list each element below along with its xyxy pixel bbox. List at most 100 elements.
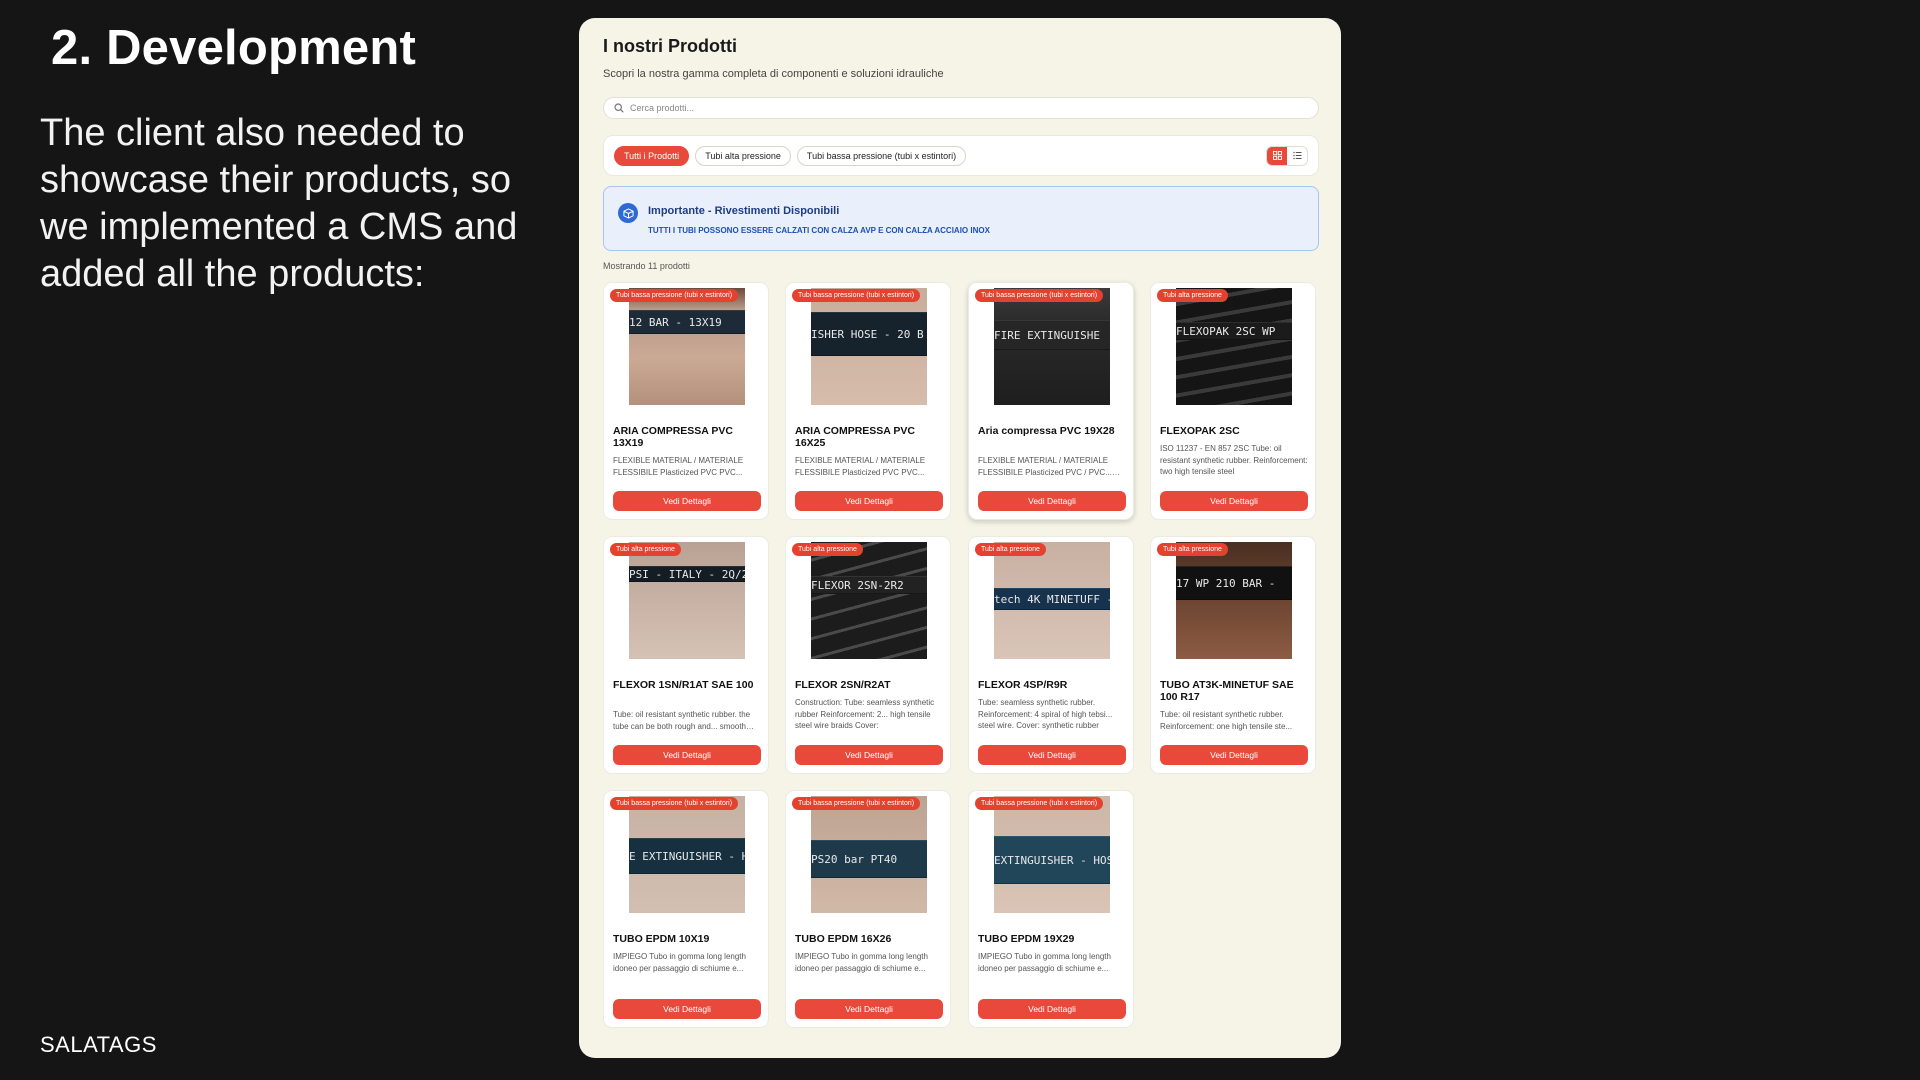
hose-print-text: ISHER HOSE - 20 B (811, 312, 927, 356)
product-image: FIRE EXTINGUISHE (994, 288, 1110, 405)
view-details-button[interactable]: Vedi Dettagli (978, 745, 1126, 765)
product-category-badge: Tubi alta pressione (792, 543, 863, 556)
search-input[interactable] (630, 103, 1230, 113)
products-page-screenshot: I nostri Prodotti Scopri la nostra gamma… (579, 18, 1341, 1058)
product-description: IMPIEGO Tubo in gomma long length idoneo… (613, 952, 746, 973)
view-details-button[interactable]: Vedi Dettagli (795, 999, 943, 1019)
product-title: TUBO EPDM 10X19 (613, 933, 710, 945)
filter-chip-all[interactable]: Tutti i Prodotti (614, 145, 690, 166)
product-title: FLEXOPAK 2SC (1160, 425, 1240, 437)
product-category-badge: Tubi bassa pressione (tubi x estintori) (610, 289, 739, 302)
product-image: PSI - ITALY - 2Q/2024 (629, 542, 745, 659)
product-description: ISO 11237 - EN 857 2SC Tube: oil resista… (1160, 444, 1308, 476)
product-card[interactable]: FLEXOPAK 2SC WP Tubi alta pressione FLEXOP… (1150, 282, 1316, 520)
product-card[interactable]: tech 4K MINETUFF - 4S Tubi alta pressione… (968, 536, 1134, 774)
product-category-badge: Tubi bassa pressione (tubi x estintori) (792, 289, 921, 302)
product-description: IMPIEGO Tubo in gomma long length idoneo… (795, 952, 928, 973)
product-card[interactable]: ISHER HOSE - 20 B Tubi bassa pressione (t… (785, 282, 951, 520)
hose-print-text: FLEXOR 2SN-2R2 (811, 576, 927, 594)
view-details-button[interactable]: Vedi Dettagli (978, 491, 1126, 511)
view-details-button[interactable]: Vedi Dettagli (1160, 745, 1308, 765)
hose-print-text: 17 WP 210 BAR - (1176, 566, 1292, 600)
product-image: E EXTINGUISHER - HOSE (629, 796, 745, 913)
product-category-badge: Tubi bassa pressione (tubi x estintori) (975, 289, 1104, 302)
product-title: ARIA COMPRESSA PVC 13X19 (613, 425, 733, 449)
product-category-badge: Tubi bassa pressione (tubi x estintori) (975, 797, 1104, 810)
product-title: ARIA COMPRESSA PVC 16X25 (795, 425, 915, 449)
product-title: TUBO EPDM 19X29 (978, 933, 1075, 945)
product-card[interactable]: EXTINGUISHER - HOSE TEST Tubi bassa press… (968, 790, 1134, 1028)
product-title: TUBO AT3K-MINETUF SAE 100 R17 (1160, 679, 1294, 703)
notice-text: TUTTI I TUBI POSSONO ESSERE CALZATI CON … (648, 226, 990, 235)
hose-print-text: EXTINGUISHER - HOSE TEST (994, 836, 1110, 884)
hose-print-text: FLEXOPAK 2SC WP (1176, 322, 1292, 340)
hose-print-text: E EXTINGUISHER - HOSE (629, 838, 745, 874)
view-details-button[interactable]: Vedi Dettagli (795, 491, 943, 511)
hose-print-text: PS20 bar PT40 (811, 840, 927, 878)
product-image: tech 4K MINETUFF - 4S (994, 542, 1110, 659)
product-card[interactable]: PS20 bar PT40 Tubi bassa pressione (tubi … (785, 790, 951, 1028)
list-view-button[interactable] (1287, 147, 1307, 165)
product-category-badge: Tubi alta pressione (610, 543, 681, 556)
product-description: Tube: oil resistant synthetic rubber. Re… (1160, 710, 1293, 731)
product-card[interactable]: FLEXOR 2SN-2R2 Tubi alta pressione FLEXOR … (785, 536, 951, 774)
product-card[interactable]: 17 WP 210 BAR - Tubi alta pressione TUBO A… (1150, 536, 1316, 774)
notice-title: Importante - Rivestimenti Disponibili (648, 205, 840, 217)
product-title: FLEXOR 1SN/R1AT SAE 100 (613, 679, 754, 691)
filter-bar: Tutti i Prodotti Tubi alta pressione Tub… (603, 135, 1319, 176)
search-bar[interactable] (603, 97, 1319, 119)
product-category-badge: Tubi alta pressione (975, 543, 1046, 556)
product-description: Tube: seamless synthetic rubber. Reinfor… (978, 698, 1113, 730)
view-details-button[interactable]: Vedi Dettagli (613, 745, 761, 765)
box-icon (618, 203, 638, 223)
view-details-button[interactable]: Vedi Dettagli (978, 999, 1126, 1019)
view-details-button[interactable]: Vedi Dettagli (613, 999, 761, 1019)
product-title: FLEXOR 4SP/R9R (978, 679, 1068, 691)
hose-print-text: PSI - ITALY - 2Q/2024 (629, 566, 745, 582)
coating-notice: Importante - Rivestimenti Disponibili TU… (603, 186, 1319, 251)
product-image: PS20 bar PT40 (811, 796, 927, 913)
product-image: 17 WP 210 BAR - (1176, 542, 1292, 659)
filter-chip-low-pressure[interactable]: Tubi bassa pressione (tubi x estintori) (796, 145, 967, 166)
product-title: TUBO EPDM 16X26 (795, 933, 892, 945)
page-title: I nostri Prodotti (603, 36, 737, 56)
product-card[interactable]: 12 BAR - 13X19 Tubi bassa pressione (tubi… (603, 282, 769, 520)
product-image: FLEXOPAK 2SC WP (1176, 288, 1292, 405)
product-image: EXTINGUISHER - HOSE TEST (994, 796, 1110, 913)
brand-name: SALATAGS (40, 1032, 157, 1057)
product-title: FLEXOR 2SN/R2AT (795, 679, 891, 691)
hose-print-text: tech 4K MINETUFF - 4S (994, 588, 1110, 610)
view-details-button[interactable]: Vedi Dettagli (613, 491, 761, 511)
product-title: Aria compressa PVC 19X28 (978, 425, 1115, 437)
product-category-badge: Tubi alta pressione (1157, 543, 1228, 556)
product-count: Mostrando 11 prodotti (603, 261, 690, 271)
hose-print-text: 12 BAR - 13X19 (629, 310, 745, 334)
product-image: FLEXOR 2SN-2R2 (811, 542, 927, 659)
product-description: Construction: Tube: seamless synthetic r… (795, 698, 935, 730)
slide-description: The client also needed to showcase their… (40, 112, 518, 295)
list-icon (1292, 151, 1301, 160)
product-description: Tube: oil resistant synthetic rubber. th… (613, 710, 751, 731)
product-category-badge: Tubi alta pressione (1157, 289, 1228, 302)
product-image: ISHER HOSE - 20 B (811, 288, 927, 405)
search-icon (614, 103, 624, 113)
filter-chip-high-pressure[interactable]: Tubi alta pressione (695, 145, 791, 166)
grid-view-button[interactable] (1267, 146, 1287, 165)
hose-print-text: FIRE EXTINGUISHE (994, 320, 1110, 350)
product-image: 12 BAR - 13X19 (629, 288, 745, 405)
product-description: FLEXIBLE MATERIAL / MATERIALE FLESSIBILE… (795, 456, 926, 477)
grid-icon (1272, 151, 1282, 160)
page-subtitle: Scopri la nostra gamma completa di compo… (603, 68, 944, 80)
product-category-badge: Tubi bassa pressione (tubi x estintori) (610, 797, 739, 810)
view-toggle (1266, 145, 1308, 166)
product-category-badge: Tubi bassa pressione (tubi x estintori) (792, 797, 921, 810)
product-card[interactable]: FIRE EXTINGUISHE Tubi bassa pressione (tu… (968, 282, 1134, 520)
product-description: FLEXIBLE MATERIAL / MATERIALE FLESSIBILE… (613, 456, 744, 477)
view-details-button[interactable]: Vedi Dettagli (795, 745, 943, 765)
product-description: IMPIEGO Tubo in gomma long length idoneo… (978, 952, 1111, 973)
slide-title: 2. Development (51, 21, 416, 75)
product-description: FLEXIBLE MATERIAL / MATERIALE FLESSIBILE… (978, 456, 1112, 477)
product-card[interactable]: E EXTINGUISHER - HOSE Tubi bassa pression… (603, 790, 769, 1028)
product-card[interactable]: PSI - ITALY - 2Q/2024 Tubi alta pressione… (603, 536, 769, 774)
view-details-button[interactable]: Vedi Dettagli (1160, 491, 1308, 511)
